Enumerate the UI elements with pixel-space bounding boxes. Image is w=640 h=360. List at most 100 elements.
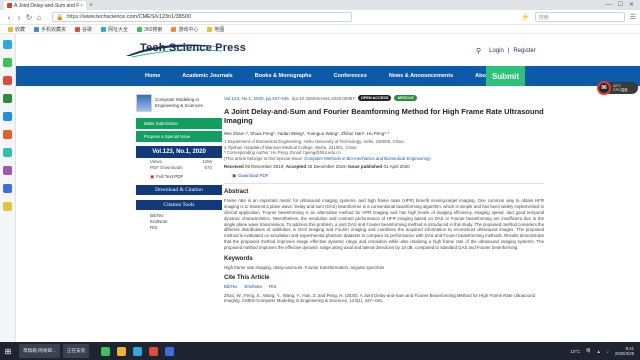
sidebar-app-icon[interactable] bbox=[3, 76, 12, 85]
article-dates: Received 09 December 2019; Accepted 26 D… bbox=[224, 164, 544, 169]
views-value: 1266 bbox=[201, 159, 212, 164]
nav-academic-journals[interactable]: Academic Journals bbox=[171, 66, 243, 86]
maximize-icon[interactable]: ☐ bbox=[618, 1, 623, 10]
close-tab-icon[interactable]: × bbox=[80, 3, 83, 9]
bookmark-label: 收藏 bbox=[15, 26, 26, 33]
taskbar-task-mail[interactable]: 草稿箱-网易邮... bbox=[19, 344, 60, 358]
issue-published-date: 01 April 2020 bbox=[383, 164, 410, 170]
sidebar-app-icon[interactable] bbox=[3, 58, 12, 67]
web-page: Tech Science Press ⚲ Login | Register Ho… bbox=[16, 34, 640, 342]
performance-widget[interactable]: 96 42°C CPU温度 bbox=[597, 81, 638, 95]
special-issue-link[interactable]: Computer Methods in Bio-mechanics and Bi… bbox=[304, 156, 429, 161]
login-separator: | bbox=[507, 48, 510, 54]
url-input[interactable]: 🔒 https:// www.techscience.com/CMES/v123… bbox=[52, 12, 352, 22]
start-icon[interactable]: ⊞ bbox=[0, 342, 16, 360]
article-volume[interactable]: Vol.123, No.1, 2020, pp.427-446 bbox=[224, 96, 289, 101]
network-icon[interactable]: ▲ bbox=[596, 349, 600, 354]
abstract-heading: Abstract bbox=[224, 189, 249, 196]
clock[interactable]: 9:41 2020/3/29 bbox=[615, 346, 634, 357]
taskbar-app-icon[interactable] bbox=[101, 346, 111, 356]
affiliations: 1 Department of Biomedical Engineering, … bbox=[224, 139, 544, 161]
browser-tab-strip: A Joint Delay-and-Sum and F × + — ☐ ✕ bbox=[0, 0, 640, 10]
lock-icon: 🔒 bbox=[56, 14, 64, 21]
journal-card[interactable]: Computer Modeling in Engineering & Scien… bbox=[136, 92, 226, 116]
cite-tab-bibtex[interactable]: BibTex bbox=[224, 284, 238, 289]
extensions-icon[interactable]: ☰ bbox=[630, 13, 636, 21]
accepted-label: Accepted bbox=[285, 164, 307, 170]
nav-home[interactable]: Home bbox=[134, 66, 171, 86]
bookmark-icon bbox=[207, 26, 213, 32]
taskbar-app-icon[interactable] bbox=[165, 346, 175, 356]
nav-books-monographs[interactable]: Books & Monographs bbox=[244, 66, 323, 86]
special-issue-note: (This article belongs to this Special Is… bbox=[224, 156, 544, 162]
volume-button[interactable]: Vol.123, No.1, 2020 bbox=[136, 146, 222, 158]
register-link[interactable]: Register bbox=[513, 48, 535, 54]
download-citation-header: Download & Citation bbox=[136, 185, 222, 195]
bookmark-icon bbox=[75, 26, 81, 32]
pdf-downloads-label: PDF Downloads bbox=[150, 165, 183, 170]
sidebar-app-icon[interactable] bbox=[3, 94, 12, 103]
download-pdf-link[interactable]: ▣ Download PDF bbox=[224, 173, 544, 179]
open-access-badge: OPEN ACCESS bbox=[357, 95, 392, 101]
citation-text: Zhao, W., Feng, S., Wang, Y., Wang, Y., … bbox=[224, 292, 535, 304]
sidebar-app-icon[interactable] bbox=[3, 184, 12, 193]
bookmark-label: 网址大全 bbox=[108, 26, 129, 33]
minimize-icon[interactable]: — bbox=[606, 1, 612, 10]
article-authors[interactable]: Wei Zhao¹˒², Shuai Feng¹, Yadan Wang¹, Y… bbox=[224, 131, 544, 136]
sidebar-app-icon[interactable] bbox=[3, 130, 12, 139]
taskbar-app-icon[interactable] bbox=[117, 346, 127, 356]
bookmark-item[interactable]: 谷歌 bbox=[75, 26, 92, 33]
site-search-icon[interactable]: ⚲ bbox=[476, 47, 481, 55]
login-link[interactable]: Login bbox=[489, 48, 504, 54]
cite-tab-endnote[interactable]: EndNote bbox=[245, 284, 263, 289]
make-submission-button[interactable]: Make Submission bbox=[136, 118, 222, 129]
article-doi[interactable]: doi:10.32604/cmes.2020.08387 bbox=[292, 96, 355, 101]
sidebar-app-icon[interactable] bbox=[3, 202, 12, 211]
taskbar-app-icon[interactable] bbox=[149, 346, 159, 356]
site-favicon-icon bbox=[7, 3, 12, 8]
browser-tab-active[interactable]: A Joint Delay-and-Sum and F × bbox=[4, 1, 86, 10]
close-window-icon[interactable]: ✕ bbox=[629, 1, 634, 10]
nav-conferences[interactable]: Conferences bbox=[323, 66, 378, 86]
weather-temp: 10°C bbox=[570, 348, 581, 354]
taskbar-task-install[interactable]: 正在安装 bbox=[62, 344, 90, 358]
citation-tool-ris[interactable]: RIS bbox=[150, 225, 226, 231]
bookmark-item[interactable]: 游戏中心 bbox=[171, 26, 198, 33]
new-tab-button[interactable]: + bbox=[89, 1, 93, 10]
propose-special-issue-button[interactable]: Propose a Special Issue bbox=[136, 131, 222, 142]
bookmark-item[interactable]: 手机收藏夹 bbox=[34, 26, 66, 33]
site-header: Tech Science Press ⚲ Login | Register bbox=[16, 34, 640, 66]
bookmark-icon bbox=[8, 26, 13, 32]
article-title: A Joint Delay-and-Sum and Fourier Beamfo… bbox=[224, 107, 544, 125]
article-type-badge: ARTICLE bbox=[394, 95, 417, 101]
cite-tab-ris[interactable]: RIS bbox=[269, 284, 277, 289]
clock-date: 2020/3/29 bbox=[614, 351, 634, 356]
sidebar-app-icon[interactable] bbox=[3, 112, 12, 121]
special-issue-prefix: (This article belongs to this Special Is… bbox=[224, 155, 305, 161]
home-icon[interactable]: ⌂ bbox=[34, 13, 44, 22]
pdf-icon: ▣ bbox=[150, 174, 155, 179]
browser-search-input[interactable]: 搜索 bbox=[534, 12, 625, 22]
special-issue-suffix: ) bbox=[429, 155, 431, 161]
tab-title: A Joint Delay-and-Sum and F bbox=[14, 2, 80, 9]
nav-news-announcements[interactable]: News & Announcements bbox=[378, 66, 464, 86]
bookmark-item[interactable]: 地图 bbox=[207, 26, 224, 33]
taskbar-app-icon[interactable] bbox=[133, 346, 143, 356]
cite-format-tabs: BibTex EndNote RIS bbox=[224, 284, 544, 289]
lightning-icon[interactable]: ⚡ bbox=[521, 13, 530, 21]
bookmark-label: 游戏中心 bbox=[178, 26, 199, 33]
full-text-pdf-link[interactable]: ▣ Full Text PDF bbox=[136, 174, 226, 180]
sidebar-app-icon[interactable] bbox=[3, 166, 12, 175]
submit-button[interactable]: Submit bbox=[486, 66, 525, 86]
bookmark-item[interactable]: 360搜索 bbox=[137, 26, 162, 33]
received-label: Received bbox=[224, 164, 244, 170]
refresh-icon[interactable]: ↻ bbox=[24, 13, 34, 22]
volume-icon[interactable]: ♪ bbox=[607, 349, 609, 354]
bookmark-item[interactable]: 网址大全 bbox=[101, 26, 128, 33]
sidebar-app-icon[interactable] bbox=[3, 148, 12, 157]
sidebar-app-icon[interactable] bbox=[3, 40, 12, 49]
forward-icon[interactable]: › bbox=[14, 13, 24, 22]
bookmark-item[interactable]: 收藏 bbox=[8, 26, 25, 33]
bookmark-label: 360搜索 bbox=[144, 26, 163, 33]
back-icon[interactable]: ‹ bbox=[4, 13, 14, 22]
